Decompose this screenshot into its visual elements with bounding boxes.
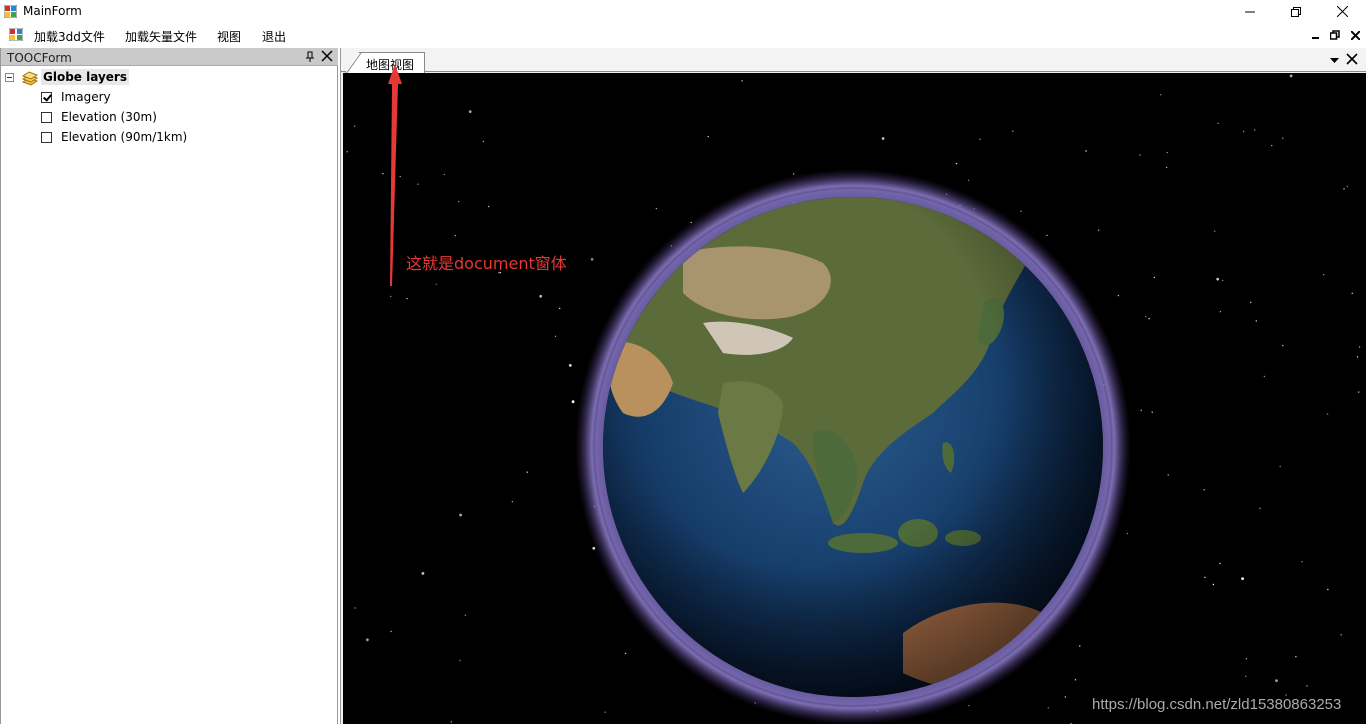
layer-label: Elevation (90m/1km): [61, 130, 188, 144]
toc-panel-title: TOOCForm: [7, 51, 72, 65]
menu-view[interactable]: 视图: [217, 28, 241, 45]
tab-edge-shape: [346, 53, 362, 73]
title-bar: MainForm: [0, 0, 1366, 23]
document-tab-strip: 地图视图: [341, 48, 1366, 73]
toc-panel-header: TOOCForm: [1, 48, 338, 66]
globe-view-canvas[interactable]: [343, 73, 1366, 724]
mdi-child-icon: [9, 28, 23, 41]
collapse-icon[interactable]: [5, 73, 14, 82]
minimize-icon: [1312, 37, 1319, 39]
restore-icon: [1330, 30, 1340, 40]
mdi-restore-button[interactable]: [1328, 28, 1342, 42]
restore-button[interactable]: [1273, 0, 1319, 23]
layer-checkbox[interactable]: [41, 112, 52, 123]
annotation-text: 这就是document窗体: [406, 254, 567, 273]
mdi-close-button[interactable]: [1348, 28, 1362, 42]
minimize-button[interactable]: [1227, 0, 1273, 23]
close-icon: [1336, 6, 1348, 17]
minimize-icon: [1245, 11, 1255, 12]
watermark: https://blog.csdn.net/zld15380863253: [1092, 696, 1342, 713]
layer-label: Elevation (30m): [61, 110, 157, 124]
app-icon: [4, 5, 17, 18]
close-icon[interactable]: [1346, 53, 1358, 65]
layer-checkbox[interactable]: [41, 92, 52, 103]
pin-icon[interactable]: [304, 51, 316, 63]
chevron-down-icon[interactable]: [1329, 56, 1340, 64]
restore-icon: [1291, 6, 1301, 17]
menu-load-vector[interactable]: 加载矢量文件: [125, 28, 197, 45]
menu-load-3dd[interactable]: 加载3dd文件: [34, 28, 105, 45]
menu-exit[interactable]: 退出: [262, 28, 286, 45]
menu-bar: 加载3dd文件 加载矢量文件 视图 退出: [0, 23, 1366, 47]
layer-checkbox[interactable]: [41, 132, 52, 143]
layers-icon: [21, 71, 39, 86]
tree-root-label: Globe layers: [41, 69, 129, 85]
close-button[interactable]: [1319, 0, 1365, 23]
globe: [575, 169, 1131, 724]
close-icon: [1350, 30, 1360, 40]
layer-label: Imagery: [61, 90, 111, 104]
mdi-minimize-button[interactable]: [1309, 28, 1323, 42]
toc-panel: TOOCForm Globe layers Imagery Elevation …: [0, 48, 338, 724]
document-area: 地图视图: [340, 48, 1366, 724]
window-title: MainForm: [23, 4, 82, 18]
close-icon[interactable]: [321, 50, 333, 62]
